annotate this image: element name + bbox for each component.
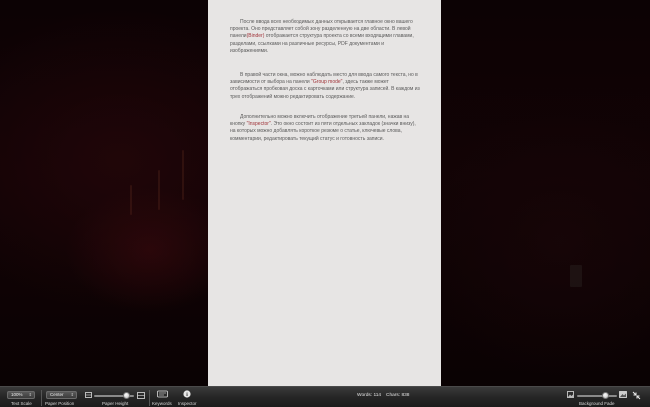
text-scale-label: Text Scale xyxy=(11,401,32,406)
composition-paper[interactable]: После ввода всех необходимых данных откр… xyxy=(208,0,441,386)
paper-height-knob[interactable] xyxy=(122,392,130,399)
picture-low-icon xyxy=(566,391,574,401)
paper-position-popup[interactable]: Center ⇕ xyxy=(46,391,77,399)
info-icon[interactable]: i xyxy=(183,390,191,401)
popup-arrows-icon: ⇕ xyxy=(28,392,32,397)
inspector-label: Inspector xyxy=(178,401,197,406)
toolbar-divider xyxy=(41,390,42,406)
paragraph-highlight: "Group mode" xyxy=(311,79,343,86)
toolbar-divider xyxy=(149,390,150,406)
text-paragraph-2[interactable]: В правой части окна, можно наблюдать мес… xyxy=(230,72,422,101)
backdrop-glass xyxy=(570,265,582,287)
char-count: Chars: 838 xyxy=(386,393,410,398)
text-scale-popup[interactable]: 100% ⇕ xyxy=(7,391,35,399)
paper-position-label: Paper Position xyxy=(45,401,75,406)
paragraph-highlight: "Inspector" xyxy=(246,121,271,128)
background-fade-track[interactable] xyxy=(577,395,617,397)
background-fade-knob[interactable] xyxy=(602,392,610,399)
paper-height-label: Paper Height xyxy=(102,401,129,406)
backdrop-candle xyxy=(182,150,184,200)
paper-position-value: Center xyxy=(50,392,64,397)
paragraph-highlight: (Binder) xyxy=(246,33,265,40)
exit-fullscreen-icon[interactable] xyxy=(631,391,641,403)
background-fade-label: Background Fade xyxy=(579,401,615,406)
paper-small-icon xyxy=(84,392,92,401)
backdrop-candle xyxy=(130,185,132,215)
picture-high-icon xyxy=(619,391,627,401)
text-paragraph-1[interactable]: После ввода всех необходимых данных откр… xyxy=(230,19,422,55)
keywords-label: Keywords xyxy=(152,401,172,406)
text-paragraph-3[interactable]: Дополнительно можно включить отображение… xyxy=(230,114,422,143)
text-scale-value: 100% xyxy=(11,392,23,397)
word-count: Words: 114 xyxy=(357,393,382,398)
paper-large-icon xyxy=(137,392,145,402)
backdrop-candle xyxy=(158,170,160,210)
popup-arrows-icon: ⇕ xyxy=(70,392,74,397)
composition-toolbar: 100% ⇕ Text Scale Center ⇕ Paper Positio… xyxy=(0,386,650,407)
keywords-icon[interactable] xyxy=(156,390,168,401)
